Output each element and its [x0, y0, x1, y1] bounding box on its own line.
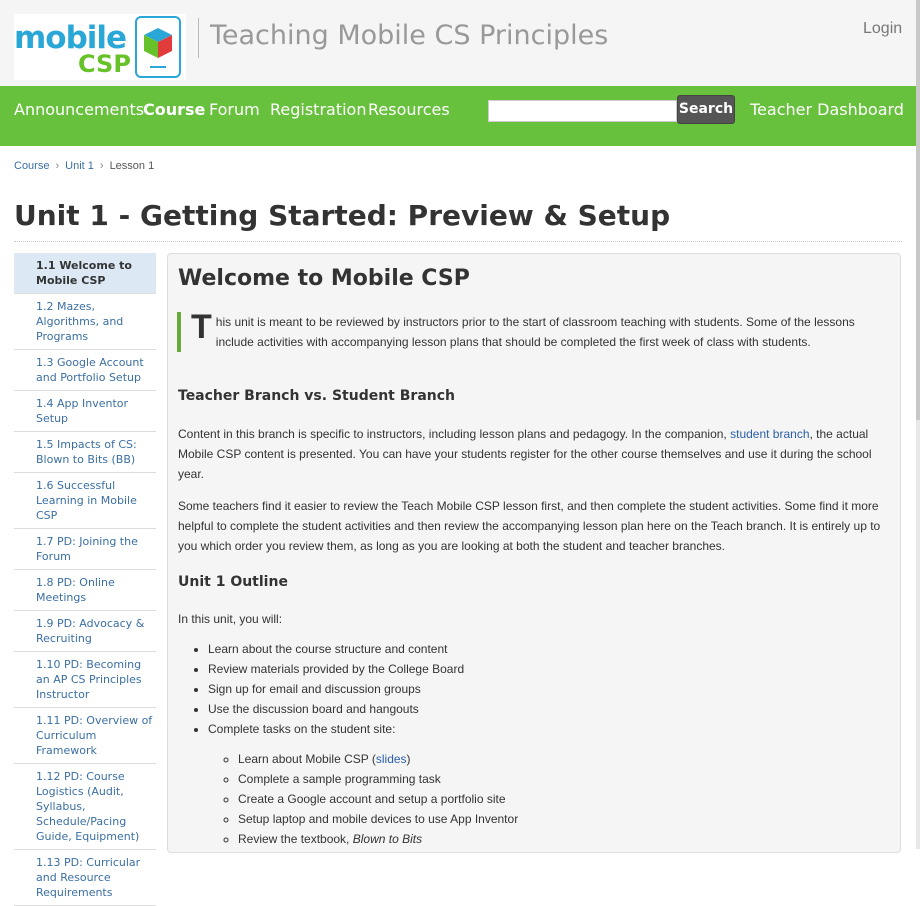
- sidebar-item-1-11[interactable]: 1.11 PD: Overview of Curriculum Framewor…: [14, 708, 156, 764]
- nav-announcements[interactable]: Announcements: [14, 100, 144, 119]
- nav-forum[interactable]: Forum: [209, 100, 260, 119]
- sidebar-item-label: 1.6 Successful Learning in Mobile CSP: [36, 479, 137, 522]
- list-item: Complete a sample programming task: [238, 769, 908, 789]
- list-item: Review the textbook, Blown to Bits: [238, 829, 908, 849]
- scrollbar-thumb[interactable]: [916, 0, 920, 420]
- sidebar-item-1-3[interactable]: 1.3 Google Account and Portfolio Setup: [14, 350, 156, 391]
- outline-list: Learn about the course structure and con…: [178, 639, 908, 849]
- breadcrumb-separator: ›: [55, 160, 60, 172]
- list-item-text: Complete tasks on the student site:: [208, 722, 396, 736]
- list-item: Complete tasks on the student site: Lear…: [208, 719, 908, 849]
- title-divider: [14, 241, 902, 242]
- sidebar-item-label: 1.12 PD: Course Logistics (Audit, Syllab…: [36, 770, 140, 843]
- breadcrumb-course[interactable]: Course: [14, 160, 49, 172]
- list-item: Learn about the course structure and con…: [208, 639, 908, 659]
- section-heading-branches: Teacher Branch vs. Student Branch: [178, 388, 455, 404]
- breadcrumb-separator: ›: [99, 160, 104, 172]
- lesson-content: Welcome to Mobile CSP This unit is meant…: [167, 253, 901, 853]
- nav-resources[interactable]: Resources: [368, 100, 450, 119]
- book-title: Blown to Bits: [352, 832, 423, 846]
- sidebar-item-1-9[interactable]: 1.9 PD: Advocacy & Recruiting: [14, 611, 156, 652]
- outline-intro: In this unit, you will:: [178, 612, 283, 626]
- sidebar-item-label: 1.7 PD: Joining the Forum: [36, 535, 138, 563]
- list-item: Learn about Mobile CSP (slides): [238, 749, 908, 769]
- slides-link[interactable]: slides: [376, 752, 407, 766]
- list-item-text: ): [406, 752, 411, 766]
- sidebar-item-label: 1.3 Google Account and Portfolio Setup: [36, 356, 144, 384]
- sidebar-item-1-10[interactable]: 1.10 PD: Becoming an AP CS Principles In…: [14, 652, 156, 708]
- student-site-tasks: Learn about Mobile CSP (slides) Complete…: [208, 749, 908, 849]
- list-item: Create a Google account and setup a port…: [238, 789, 908, 809]
- list-item-text: Learn about Mobile CSP (: [238, 752, 376, 766]
- logo-word-csp: CSP: [78, 50, 131, 78]
- login-link[interactable]: Login: [863, 20, 902, 38]
- student-branch-link[interactable]: student branch: [730, 427, 809, 441]
- list-item-text: Review the textbook,: [238, 832, 353, 846]
- sidebar-item-1-1[interactable]: 1.1 Welcome to Mobile CSP: [14, 253, 156, 294]
- sidebar-item-1-12[interactable]: 1.12 PD: Course Logistics (Audit, Syllab…: [14, 764, 156, 850]
- search-input[interactable]: [488, 100, 677, 122]
- sidebar-item-label: 1.1 Welcome to Mobile CSP: [36, 259, 132, 287]
- sidebar-item-1-13[interactable]: 1.13 PD: Curricular and Resource Require…: [14, 850, 156, 906]
- site-header: mobile CSP Teaching Mobile CS Principles…: [0, 0, 916, 86]
- order-paragraph: Some teachers find it easier to review t…: [178, 499, 881, 553]
- sidebar-item-label: 1.9 PD: Advocacy & Recruiting: [36, 617, 145, 645]
- page-title: Unit 1 - Getting Started: Preview & Setu…: [14, 199, 671, 232]
- search-button[interactable]: Search: [677, 95, 735, 124]
- breadcrumb-current: Lesson 1: [109, 160, 155, 172]
- main-nav: Announcements Course Forum Registration …: [0, 86, 916, 146]
- sidebar-item-1-2[interactable]: 1.2 Mazes, Algorithms, and Programs: [14, 294, 156, 350]
- sidebar-item-label: 1.13 PD: Curricular and Resource Require…: [36, 856, 141, 899]
- nav-course[interactable]: Course: [143, 100, 205, 119]
- sidebar-item-label: 1.8 PD: Online Meetings: [36, 576, 115, 604]
- sidebar-item-label: 1.4 App Inventor Setup: [36, 397, 129, 425]
- paragraph-text: Content in this branch is specific to in…: [178, 427, 731, 441]
- branch-paragraph: Content in this branch is specific to in…: [178, 424, 890, 484]
- sidebar-item-label: 1.10 PD: Becoming an AP CS Principles In…: [36, 658, 142, 701]
- site-title: Teaching Mobile CS Principles: [210, 20, 609, 51]
- breadcrumb-unit[interactable]: Unit 1: [65, 160, 94, 172]
- sidebar-item-1-6[interactable]: 1.6 Successful Learning in Mobile CSP: [14, 473, 156, 529]
- breadcrumb: Course › Unit 1 › Lesson 1: [14, 160, 154, 172]
- list-item: Use the discussion board and hangouts: [208, 699, 908, 719]
- phone-cube-icon: [135, 16, 181, 78]
- sidebar-item-1-7[interactable]: 1.7 PD: Joining the Forum: [14, 529, 156, 570]
- nav-registration[interactable]: Registration: [270, 100, 366, 119]
- sidebar-item-1-5[interactable]: 1.5 Impacts of CS: Blown to Bits (BB): [14, 432, 156, 473]
- list-item: Setup laptop and mobile devices to use A…: [238, 809, 908, 829]
- sidebar-item-1-4[interactable]: 1.4 App Inventor Setup: [14, 391, 156, 432]
- list-item: Sign up for email and discussion groups: [208, 679, 908, 699]
- intro-text: his unit is meant to be reviewed by inst…: [215, 315, 855, 349]
- nav-teacher-dashboard[interactable]: Teacher Dashboard: [750, 100, 904, 119]
- section-heading-outline: Unit 1 Outline: [178, 574, 288, 590]
- content-heading: Welcome to Mobile CSP: [178, 266, 470, 291]
- sidebar-item-label: 1.11 PD: Overview of Curriculum Framewor…: [36, 714, 153, 757]
- lesson-sidebar: 1.1 Welcome to Mobile CSP 1.2 Mazes, Alg…: [14, 253, 156, 906]
- header-divider: [198, 18, 199, 58]
- list-item: Review materials provided by the College…: [208, 659, 908, 679]
- sidebar-item-label: 1.2 Mazes, Algorithms, and Programs: [36, 300, 124, 343]
- site-logo[interactable]: mobile CSP: [14, 14, 186, 80]
- sidebar-item-1-8[interactable]: 1.8 PD: Online Meetings: [14, 570, 156, 611]
- sidebar-item-label: 1.5 Impacts of CS: Blown to Bits (BB): [36, 438, 137, 466]
- intro-callout: This unit is meant to be reviewed by ins…: [177, 308, 876, 352]
- intro-dropcap: T: [191, 308, 212, 346]
